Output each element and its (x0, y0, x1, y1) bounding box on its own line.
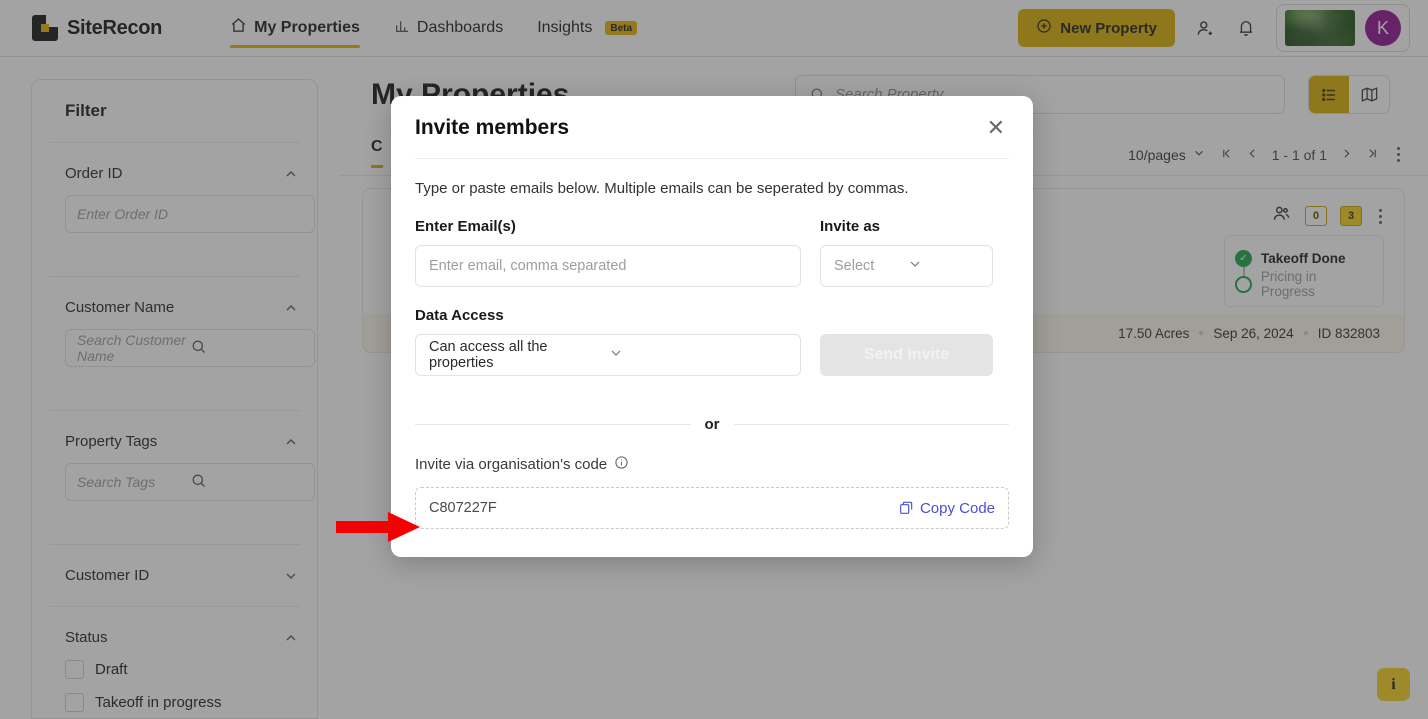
modal-header: Invite members ✕ (415, 96, 1009, 159)
divider-line (415, 424, 691, 425)
invite-as-label: Invite as (820, 218, 881, 235)
send-invite-button[interactable]: Send Invite (820, 334, 993, 376)
modal-subtitle: Type or paste emails below. Multiple ema… (415, 180, 909, 197)
copy-code-label: Copy Code (919, 499, 995, 517)
data-access-value: Can access all the properties (429, 339, 548, 371)
email-placeholder: Enter email, comma separated (429, 258, 627, 274)
modal-title: Invite members (415, 116, 570, 139)
invite-as-select[interactable]: Select (820, 245, 993, 287)
invite-as-value: Select (834, 258, 875, 274)
org-code-value: C807227F (429, 500, 497, 516)
data-access-select[interactable]: Can access all the properties (415, 334, 801, 376)
invite-as-group: Invite as Select (820, 218, 993, 287)
data-access-row: Data Access Can access all the propertie… (415, 307, 1009, 376)
data-access-label: Data Access (415, 307, 504, 324)
org-code-label-row: Invite via organisation's code (415, 455, 1009, 474)
org-code-label: Invite via organisation's code (415, 456, 608, 473)
info-icon[interactable] (614, 455, 629, 474)
invite-fields-row: Enter Email(s) Enter email, comma separa… (415, 218, 1009, 287)
invite-members-modal: Invite members ✕ Type or paste emails be… (391, 96, 1033, 557)
annotation-arrow-icon (336, 510, 420, 549)
data-access-group: Data Access Can access all the propertie… (415, 307, 801, 376)
email-field-label: Enter Email(s) (415, 218, 516, 235)
chevron-down-icon (907, 256, 980, 276)
app-root: SiteRecon My Properties Dashboards Insig… (0, 0, 1428, 719)
or-divider: or (415, 416, 1009, 433)
chevron-down-icon (608, 345, 787, 365)
org-code-box[interactable]: C807227F Copy Code (415, 487, 1009, 529)
close-icon[interactable]: ✕ (983, 115, 1009, 141)
copy-icon (898, 500, 914, 516)
copy-code-button[interactable]: Copy Code (898, 500, 995, 517)
or-label: or (704, 416, 720, 433)
divider-line (733, 424, 1009, 425)
email-field-group: Enter Email(s) Enter email, comma separa… (415, 218, 801, 287)
email-input[interactable]: Enter email, comma separated (415, 245, 801, 287)
